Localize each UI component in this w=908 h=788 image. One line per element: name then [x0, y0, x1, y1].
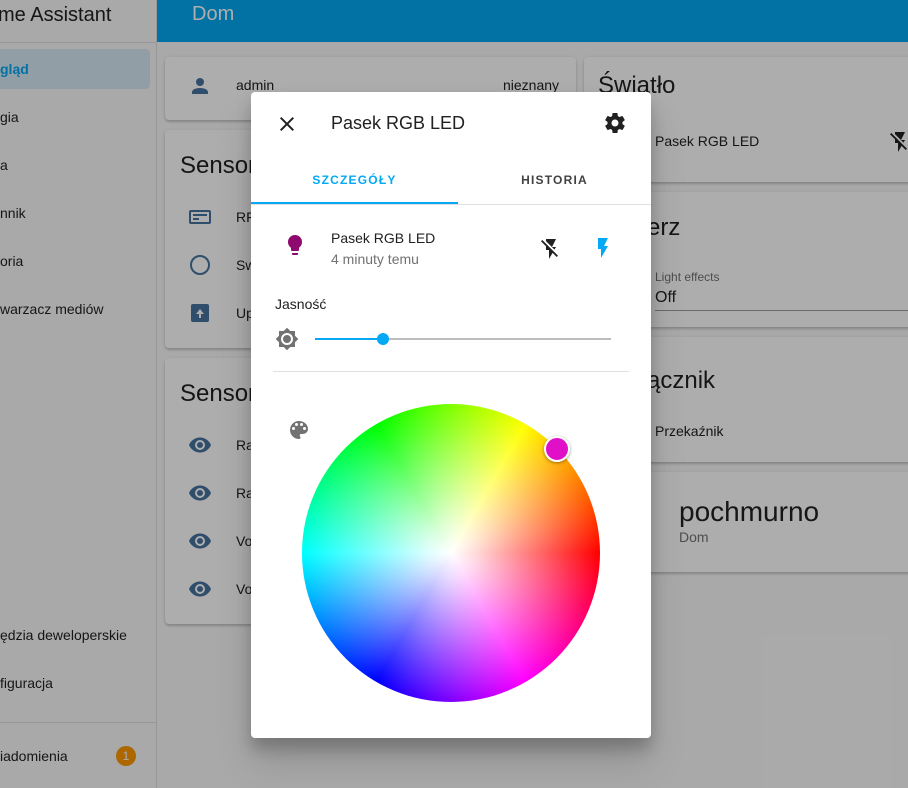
- tab-history[interactable]: HISTORIA: [458, 158, 651, 204]
- gear-icon[interactable]: [603, 111, 627, 135]
- close-icon[interactable]: [275, 112, 299, 136]
- brightness-slider-fill: [315, 338, 384, 340]
- tabs-divider: [251, 204, 651, 205]
- entity-last-changed: 4 minuty temu: [331, 251, 419, 267]
- tab-details[interactable]: SZCZEGÓŁY: [251, 158, 458, 204]
- brightness-slider-thumb[interactable]: [377, 333, 390, 345]
- flash-off-icon[interactable]: [539, 237, 563, 261]
- dialog-title: Pasek RGB LED: [331, 113, 466, 133]
- flash-icon[interactable]: [591, 236, 615, 260]
- color-wheel-marker[interactable]: [544, 436, 570, 462]
- lightbulb-icon[interactable]: [283, 233, 307, 257]
- section-divider: [273, 371, 629, 372]
- entity-name: Pasek RGB LED: [331, 230, 436, 246]
- brightness-icon: [275, 327, 299, 351]
- more-info-dialog: Pasek RGB LED SZCZEGÓŁY HISTORIA Pasek R…: [251, 92, 651, 738]
- palette-icon[interactable]: [287, 418, 311, 442]
- brightness-label: Jasność: [275, 296, 327, 312]
